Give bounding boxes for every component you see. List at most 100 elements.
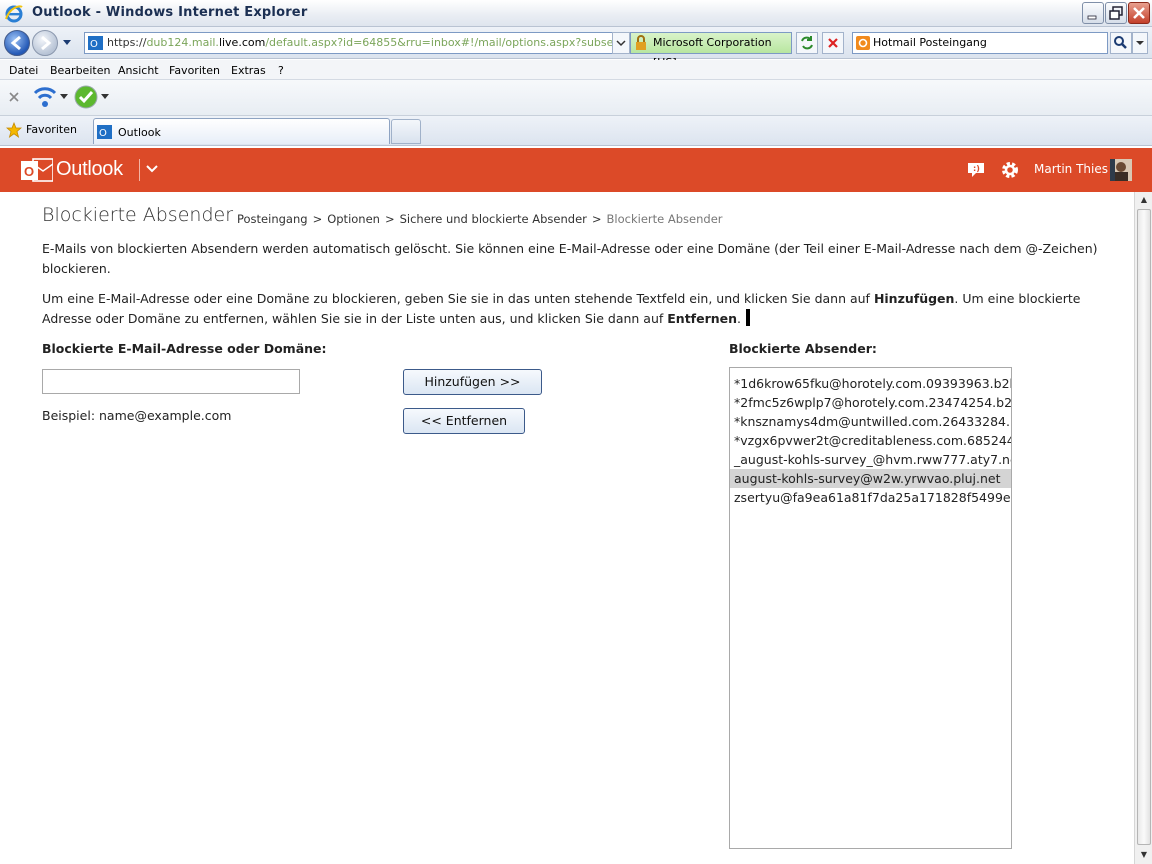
example-text: Beispiel: name@example.com [42, 408, 232, 423]
list-item[interactable]: _august-kohls-survey_@hvm.rww777.aty7.ne… [730, 450, 1011, 469]
chevron-down-icon[interactable] [101, 94, 109, 100]
breadcrumb-separator: > [312, 212, 323, 226]
tab-outlook[interactable]: O Outlook [93, 118, 390, 144]
new-tab-button[interactable] [391, 119, 421, 144]
svg-text:O: O [24, 164, 34, 179]
page-scrollbar[interactable]: ▲ ▼ [1134, 192, 1152, 864]
instructions-part: . [737, 311, 742, 326]
text-cursor [746, 309, 751, 326]
magnifier-icon [1114, 36, 1127, 49]
address-dropdown-button[interactable] [612, 32, 630, 54]
favorites-button[interactable]: Favoriten [26, 123, 77, 136]
back-button[interactable] [4, 30, 30, 56]
list-item[interactable]: *2fmc5z6wplp7@horotely.com.23474254.b2b [730, 393, 1011, 412]
refresh-button[interactable] [796, 32, 818, 54]
breadcrumb-separator: > [591, 212, 602, 226]
stop-icon [828, 38, 838, 48]
svg-text:O: O [90, 39, 98, 50]
add-button[interactable]: Hinzufügen >> [403, 369, 542, 395]
address-row: O https://dub124.mail.live.com/default.a… [0, 27, 1152, 69]
remove-button[interactable]: << Entfernen [403, 408, 525, 434]
chevron-down-icon [1136, 41, 1144, 45]
app-switcher-chevron-icon[interactable] [145, 164, 159, 174]
address-bar[interactable]: O https://dub124.mail.live.com/default.a… [84, 32, 630, 54]
blocked-senders-label: Blockierte Absender: [729, 341, 877, 356]
minimize-button[interactable] [1082, 2, 1104, 24]
breadcrumb-optionen[interactable]: Optionen [327, 212, 380, 226]
chevron-down-icon [616, 40, 626, 47]
outlook-favicon-icon: O [97, 125, 112, 139]
command-toolbar [0, 80, 1152, 116]
instructions-part: Um eine E-Mail-Adresse oder eine Domäne … [42, 291, 874, 306]
minimize-icon [1087, 15, 1097, 20]
menu-bar: Datei Bearbeiten Ansicht Favoriten Extra… [0, 60, 1152, 80]
page-title: Blockierte Absender [42, 204, 234, 226]
breadcrumb-posteingang[interactable]: Posteingang [237, 212, 308, 226]
options-content: Blockierte Absender Posteingang > Optionen… [0, 192, 1134, 864]
menu-bearbeiten[interactable]: Bearbeiten [50, 64, 110, 77]
list-item[interactable]: *1d6krow65fku@horotely.com.09393963.b2b [730, 374, 1011, 393]
blocked-senders-list[interactable]: *1d6krow65fku@horotely.com.09393963.b2b … [729, 367, 1012, 849]
instructions-add-term: Hinzufügen [873, 291, 955, 306]
url-subdomain: dub124.mail. [146, 36, 219, 49]
security-certificate[interactable]: Microsoft Corporation [US] [630, 32, 792, 69]
scroll-down-icon[interactable]: ▼ [1137, 848, 1151, 862]
list-item-selected[interactable]: august-kohls-survey@w2w.yrwvao.pluj.net [730, 469, 1011, 488]
refresh-icon [801, 36, 813, 50]
gear-icon[interactable] [1000, 160, 1020, 180]
list-item[interactable]: *knsznamys4dm@untwilled.com.26433284.b2b [730, 412, 1011, 431]
menu-ansicht[interactable]: Ansicht [118, 64, 159, 77]
menu-datei[interactable]: Datei [9, 64, 38, 77]
scrollbar-thumb[interactable] [1137, 209, 1151, 845]
url-path: /default.aspx?id=64855&rru=inbox#!/mail/… [265, 36, 630, 49]
search-options-button[interactable] [1132, 32, 1148, 54]
scroll-up-icon[interactable]: ▲ [1137, 193, 1151, 207]
title-bar: Outlook - Windows Internet Explorer [0, 0, 1152, 27]
favorites-bar: Favoriten O Outlook [0, 116, 1152, 146]
close-window-button[interactable] [1128, 2, 1150, 24]
blocked-address-input[interactable] [42, 369, 300, 394]
wifi-shield-icon[interactable] [32, 84, 58, 110]
stop-button[interactable] [822, 32, 844, 54]
outlook-logo-icon[interactable]: O [21, 156, 53, 184]
instructions-remove-term: Entfernen [667, 311, 738, 326]
ie-logo-icon [5, 5, 23, 23]
breadcrumb-sichere-blockierte[interactable]: Sichere und blockierte Absender [400, 212, 587, 226]
favorites-star-icon [6, 122, 22, 138]
lock-icon [636, 35, 646, 50]
restore-button[interactable] [1105, 2, 1127, 24]
outlook-header: O Outlook :) Martin Thies [0, 148, 1152, 192]
outlook-brand[interactable]: Outlook [56, 158, 123, 181]
chevron-down-icon[interactable] [60, 94, 68, 100]
feedback-icon[interactable]: :) [966, 161, 986, 179]
forward-button[interactable] [32, 30, 58, 56]
list-item[interactable]: zsertyu@fa9ea61a81f7da25a171828f5499e6 [730, 488, 1011, 507]
instructions-text: Um eine E-Mail-Adresse oder eine Domäne … [42, 289, 1132, 329]
outlook-favicon-icon: O [88, 36, 103, 50]
list-item[interactable]: *vzgx6pvwer2t@creditableness.com.6852441… [730, 431, 1011, 450]
back-arrow-icon [10, 35, 21, 51]
close-icon [1133, 7, 1145, 19]
breadcrumb-separator: > [384, 212, 395, 226]
avatar[interactable] [1110, 159, 1132, 181]
user-name[interactable]: Martin Thies [1034, 162, 1108, 176]
history-dropdown-icon[interactable] [62, 39, 72, 47]
url-domain: live.com [218, 36, 266, 49]
header-divider [139, 159, 140, 181]
menu-favoriten[interactable]: Favoriten [169, 64, 220, 77]
blocked-address-label: Blockierte E-Mail-Adresse oder Domäne: [42, 341, 327, 356]
intro-text: E-Mails von blockierten Absendern werden… [42, 241, 1098, 276]
search-box[interactable]: Hotmail Posteingang [852, 32, 1108, 54]
svg-text:O: O [99, 128, 107, 139]
menu-help[interactable]: ? [278, 64, 284, 77]
check-circle-icon[interactable] [73, 84, 99, 110]
hotmail-search-icon [856, 36, 870, 50]
tab-title: Outlook [118, 126, 161, 139]
close-toolbar-icon[interactable] [8, 91, 20, 103]
search-value: Hotmail Posteingang [873, 36, 987, 49]
window-title: Outlook - Windows Internet Explorer [32, 5, 308, 20]
breadcrumb: Posteingang > Optionen > Sichere und blockie… [237, 212, 723, 226]
menu-extras[interactable]: Extras [231, 64, 266, 77]
search-button[interactable] [1110, 32, 1132, 54]
restore-icon [1109, 6, 1123, 20]
